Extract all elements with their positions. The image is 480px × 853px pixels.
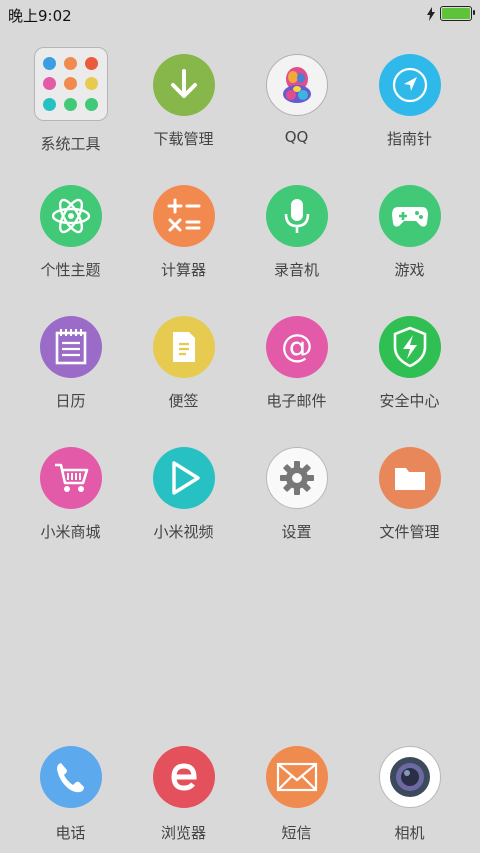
play-icon xyxy=(152,447,215,509)
app-settings[interactable]: 设置 xyxy=(240,433,353,564)
app-grid: 系统工具 下载管理 QQ 指南针 个性主题 计算器 录音机 游戏 日历 便签 @… xyxy=(14,40,466,564)
camera-icon xyxy=(378,746,441,808)
compass-icon xyxy=(378,54,441,116)
app-label: 短信 xyxy=(281,824,312,842)
dock-browser[interactable]: 浏览器 xyxy=(127,740,240,843)
status-time: 晚上9:02 xyxy=(8,7,72,25)
app-system-tools-folder[interactable]: 系统工具 xyxy=(14,40,127,171)
app-label: 小米商城 xyxy=(40,523,101,541)
status-icons xyxy=(426,6,475,21)
app-label: 电话 xyxy=(55,824,86,842)
app-label: 浏览器 xyxy=(160,824,206,842)
dock-camera[interactable]: 相机 xyxy=(353,740,466,843)
microphone-icon xyxy=(265,185,328,247)
app-games[interactable]: 游戏 xyxy=(353,171,466,302)
note-icon xyxy=(152,316,215,378)
app-calculator[interactable]: 计算器 xyxy=(127,171,240,302)
dock-phone[interactable]: 电话 xyxy=(14,740,127,843)
qq-icon xyxy=(265,54,328,116)
gamepad-icon xyxy=(378,185,441,247)
dock: 电话 浏览器 短信 相机 xyxy=(14,740,466,843)
app-mi-store[interactable]: 小米商城 xyxy=(14,433,127,564)
shield-icon xyxy=(378,316,441,378)
app-file-manager[interactable]: 文件管理 xyxy=(353,433,466,564)
app-download-manager[interactable]: 下载管理 xyxy=(127,40,240,171)
app-label: 录音机 xyxy=(273,261,319,279)
app-label: 相机 xyxy=(394,824,425,842)
app-label: 小米视频 xyxy=(153,523,214,541)
app-label: 文件管理 xyxy=(379,523,440,541)
folder-icon xyxy=(33,47,108,121)
app-label: QQ xyxy=(284,128,309,146)
dock-sms[interactable]: 短信 xyxy=(240,740,353,843)
phone-icon xyxy=(39,746,102,808)
app-mi-video[interactable]: 小米视频 xyxy=(127,433,240,564)
status-bar: 晚上9:02 xyxy=(0,0,480,28)
app-compass[interactable]: 指南针 xyxy=(353,40,466,171)
app-label: 便签 xyxy=(168,392,199,410)
app-email[interactable]: @ 电子邮件 xyxy=(240,302,353,433)
sms-icon xyxy=(265,746,328,808)
calculator-icon xyxy=(152,185,215,247)
battery-fill xyxy=(442,8,470,19)
app-security-center[interactable]: 安全中心 xyxy=(353,302,466,433)
app-label: 计算器 xyxy=(160,261,206,279)
svg-text:@: @ xyxy=(281,327,313,365)
folder-file-icon xyxy=(378,447,441,509)
app-recorder[interactable]: 录音机 xyxy=(240,171,353,302)
app-notes[interactable]: 便签 xyxy=(127,302,240,433)
app-label: 个性主题 xyxy=(40,261,101,279)
app-label: 系统工具 xyxy=(40,135,101,153)
app-qq[interactable]: QQ xyxy=(240,40,353,171)
app-label: 游戏 xyxy=(394,261,425,279)
app-label: 下载管理 xyxy=(153,130,214,148)
app-themes[interactable]: 个性主题 xyxy=(14,171,127,302)
app-label: 日历 xyxy=(55,392,86,410)
battery-icon xyxy=(440,6,475,21)
calendar-icon xyxy=(39,316,102,378)
download-icon xyxy=(152,54,215,116)
app-label: 指南针 xyxy=(386,130,432,148)
cart-icon xyxy=(39,447,102,509)
settings-gear-icon xyxy=(265,447,328,509)
app-label: 电子邮件 xyxy=(266,392,327,410)
app-label: 设置 xyxy=(281,523,312,541)
email-icon: @ xyxy=(265,316,328,378)
app-calendar[interactable]: 日历 xyxy=(14,302,127,433)
browser-icon xyxy=(152,746,215,808)
app-label: 安全中心 xyxy=(379,392,440,410)
charging-icon xyxy=(427,6,435,21)
theme-icon xyxy=(39,185,102,247)
